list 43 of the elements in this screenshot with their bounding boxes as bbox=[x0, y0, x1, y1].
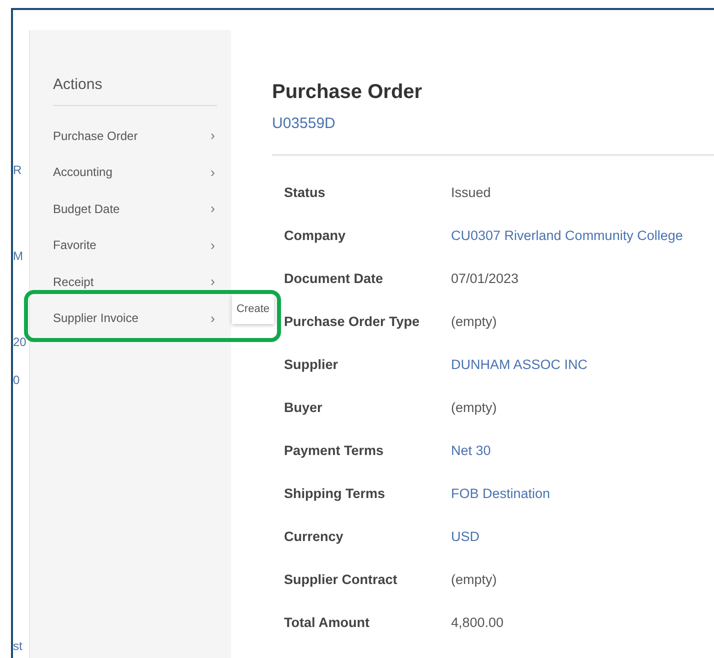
field-label: Supplier bbox=[284, 356, 340, 374]
background-text: R bbox=[13, 162, 22, 178]
field-value-link[interactable]: Net 30 bbox=[451, 440, 491, 462]
menu-item[interactable]: Supplier Invoice › bbox=[53, 300, 217, 336]
submenu-item[interactable]: Create bbox=[236, 300, 270, 318]
chevron-icon: › bbox=[210, 125, 217, 146]
chevron-icon: › bbox=[210, 198, 217, 220]
field-value: Issued bbox=[451, 184, 491, 202]
field-value: 4,800.00 bbox=[451, 614, 504, 632]
field-label: Buyer bbox=[284, 398, 324, 417]
chevron-icon: › bbox=[210, 234, 217, 256]
field-label: Total Amount bbox=[284, 614, 370, 632]
menu-item[interactable]: Accounting › bbox=[53, 154, 217, 190]
field-value: 07/01/2023 bbox=[451, 270, 519, 288]
record-title: Purchase Order bbox=[272, 80, 424, 105]
menu-item[interactable]: Favorite › bbox=[53, 227, 217, 264]
chevron-icon: › bbox=[210, 162, 217, 183]
field-value: (empty) bbox=[451, 398, 497, 417]
field-value-link[interactable]: USD bbox=[451, 526, 480, 548]
field-label: Shipping Terms bbox=[284, 484, 386, 503]
menu-title: Actions bbox=[53, 74, 217, 106]
chevron-icon: › bbox=[210, 308, 217, 329]
field-value-link[interactable]: FOB Destination bbox=[451, 484, 550, 504]
field-value: (empty) bbox=[451, 312, 497, 331]
field-label: Status bbox=[284, 184, 326, 202]
field-label: Document Date bbox=[284, 270, 384, 288]
field-label: Supplier Contract bbox=[284, 570, 398, 589]
field-label: Company bbox=[284, 226, 347, 245]
menu-item[interactable]: Budget Date › bbox=[53, 190, 217, 227]
background-text: 0 bbox=[13, 372, 20, 388]
background-text: 20 bbox=[13, 334, 26, 350]
background-text: st bbox=[13, 638, 22, 654]
background-text: M bbox=[13, 248, 23, 264]
chevron-icon: › bbox=[210, 271, 217, 292]
menu-item[interactable]: Purchase Order › bbox=[53, 118, 217, 154]
field-label: Currency bbox=[284, 528, 344, 546]
record-id-link[interactable]: U03559D bbox=[272, 113, 714, 136]
field-value: (empty) bbox=[451, 570, 497, 589]
field-value-link[interactable]: CU0307 Riverland Community College bbox=[451, 226, 683, 246]
field-value-link[interactable]: DUNHAM ASSOC INC bbox=[451, 354, 588, 376]
field-label: Purchase Order Type bbox=[284, 312, 421, 331]
menu-item[interactable]: Receipt › bbox=[53, 264, 217, 300]
field-label: Payment Terms bbox=[284, 442, 385, 460]
